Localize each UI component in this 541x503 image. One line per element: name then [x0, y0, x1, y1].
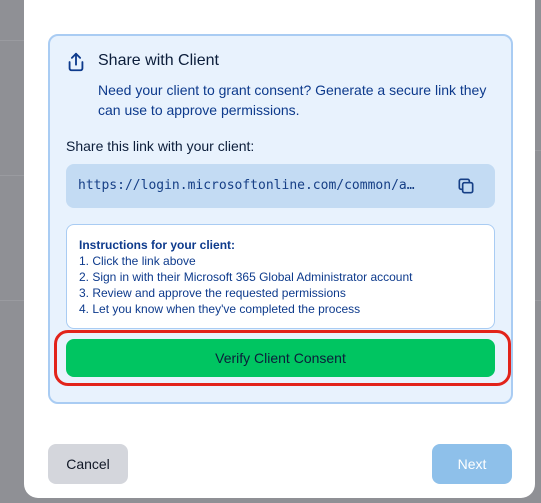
share-icon	[65, 51, 87, 73]
share-link-url[interactable]: https://login.microsoftonline.com/common…	[78, 178, 446, 193]
share-description: Need your client to grant consent? Gener…	[98, 82, 487, 118]
client-instructions: Instructions for your client: 1. Click t…	[66, 224, 495, 329]
copy-icon[interactable]	[456, 176, 476, 196]
background-divider	[0, 300, 24, 301]
instruction-step: 1. Click the link above	[79, 254, 196, 268]
share-link-field[interactable]: https://login.microsoftonline.com/common…	[66, 164, 495, 208]
instruction-step: 3. Review and approve the requested perm…	[79, 286, 346, 300]
background-divider	[0, 175, 24, 176]
cancel-button[interactable]: Cancel	[48, 444, 128, 484]
verify-client-consent-button[interactable]: Verify Client Consent	[66, 339, 495, 377]
next-button[interactable]: Next	[432, 444, 512, 484]
instruction-step: 2. Sign in with their Microsoft 365 Glob…	[79, 270, 413, 284]
link-label: Share this link with your client:	[66, 138, 255, 154]
background-divider	[535, 300, 541, 301]
background-divider	[535, 150, 541, 151]
instruction-step: 4. Let you know when they've completed t…	[79, 302, 361, 316]
share-title: Share with Client	[98, 52, 219, 69]
consent-modal: Share with Client Need your client to gr…	[24, 0, 535, 498]
instructions-title: Instructions for your client:	[79, 238, 236, 252]
share-with-client-card: Share with Client Need your client to gr…	[48, 34, 513, 404]
background-divider	[0, 40, 24, 41]
